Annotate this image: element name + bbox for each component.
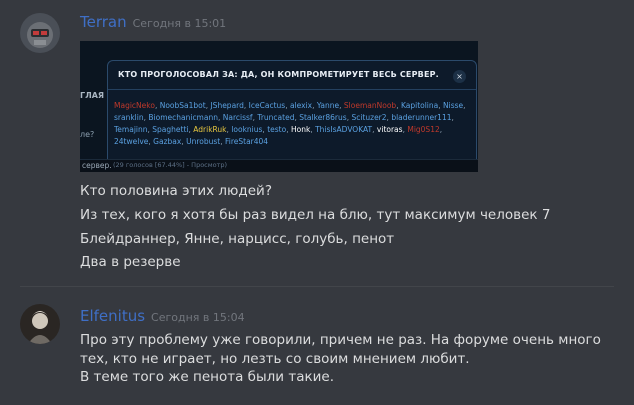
message-line: Блейдраннер, Янне, нарцисс, голубь, пено…	[80, 231, 395, 247]
voter-name[interactable]: AdrikRuk	[193, 125, 226, 134]
timestamp: Сегодня в 15:01	[132, 17, 227, 30]
voter-name[interactable]: testo	[267, 125, 286, 134]
message-paragraph: Про эту проблему уже говорили, причем не…	[80, 332, 601, 367]
voter-name[interactable]: looknius	[231, 125, 262, 134]
username[interactable]: Terran Сегодня в 15:01	[80, 13, 226, 31]
timestamp: Сегодня в 15:04	[151, 311, 245, 324]
embedded-image[interactable]: ГЛАЯ ле? КТО ПРОГОЛОСОВАЛ ЗА: ДА, ОН КОМ…	[80, 41, 478, 172]
voter-name[interactable]: Nisse	[443, 101, 463, 110]
voter-name[interactable]: Scituzer2	[351, 113, 386, 122]
voter-name[interactable]: 24twelve	[114, 137, 148, 146]
message-elfenitus: Elfenitus Сегодня в 15:04 Про эту проблем…	[0, 287, 634, 405]
close-icon[interactable]: ×	[453, 70, 466, 83]
author-name[interactable]: Elfenitus	[80, 307, 145, 325]
voter-name[interactable]: Spaghetti	[152, 125, 188, 134]
avatar[interactable]	[20, 304, 60, 344]
voter-name[interactable]: Yanne	[317, 101, 339, 110]
voter-name[interactable]: Truncated	[257, 113, 294, 122]
voter-name[interactable]: JShepard	[210, 101, 243, 110]
voter-name[interactable]: Kapitolina	[401, 101, 438, 110]
author-name[interactable]: Terran	[80, 13, 127, 31]
voter-name[interactable]: sranklin	[114, 113, 144, 122]
footer-bar: сервер. (29 голосов [67.44%] - Просмотр)	[80, 159, 478, 172]
voter-name[interactable]: FireStar404	[225, 137, 268, 146]
username[interactable]: Elfenitus Сегодня в 15:04	[80, 307, 245, 325]
message-terran: Terran Сегодня в 15:01 ГЛАЯ ле? КТО ПРОГО…	[0, 0, 634, 286]
dialog-title: КТО ПРОГОЛОСОВАЛ ЗА: ДА, ОН КОМПРОМЕТИРУ…	[118, 70, 439, 79]
message-line: Из тех, кого я хотя бы раз видел на блю,…	[80, 207, 551, 223]
voter-name[interactable]: SloemanNoob	[344, 101, 396, 110]
voter-name[interactable]: Biomechanicmann	[148, 113, 218, 122]
voter-name[interactable]: alexix	[290, 101, 312, 110]
footer-text: сервер.	[82, 161, 112, 170]
voter-separator: ,	[439, 125, 443, 134]
voter-name[interactable]: MagicNeko	[114, 101, 155, 110]
voter-list: MagicNeko, NoobSa1bot, JShepard, IceCact…	[114, 100, 470, 148]
divider	[108, 89, 476, 90]
voter-name[interactable]: Gazbax	[153, 137, 181, 146]
voter-name[interactable]: Honk	[291, 125, 310, 134]
voter-name[interactable]: vitoras	[377, 125, 403, 134]
footer-note: (29 голосов [67.44%] - Просмотр)	[113, 161, 228, 169]
voter-name[interactable]: Mig0S12	[407, 125, 439, 134]
voter-name[interactable]: Unrobust	[186, 137, 220, 146]
voter-name[interactable]: Narcissf	[223, 113, 253, 122]
voter-name[interactable]: NoobSa1bot	[160, 101, 206, 110]
voter-separator: ,	[451, 113, 454, 122]
bg-text: ле?	[80, 130, 95, 139]
bg-text: ГЛАЯ	[80, 91, 105, 100]
voter-name[interactable]: ThisIsADVOKAT	[315, 125, 372, 134]
voter-name[interactable]: bladerunner111	[391, 113, 451, 122]
voter-name[interactable]: Temajinn	[114, 125, 148, 134]
message-paragraph: В теме того же пенота были такие.	[80, 369, 335, 385]
message-line: Два в резерве	[80, 254, 181, 270]
voter-name[interactable]: Stalker86rus	[299, 113, 346, 122]
voter-name[interactable]: IceCactus	[249, 101, 286, 110]
vote-dialog: КТО ПРОГОЛОСОВАЛ ЗА: ДА, ОН КОМПРОМЕТИРУ…	[107, 60, 477, 166]
voter-separator: ,	[463, 101, 466, 110]
avatar[interactable]	[20, 13, 60, 53]
message-line: Кто половина этих людей?	[80, 183, 272, 199]
